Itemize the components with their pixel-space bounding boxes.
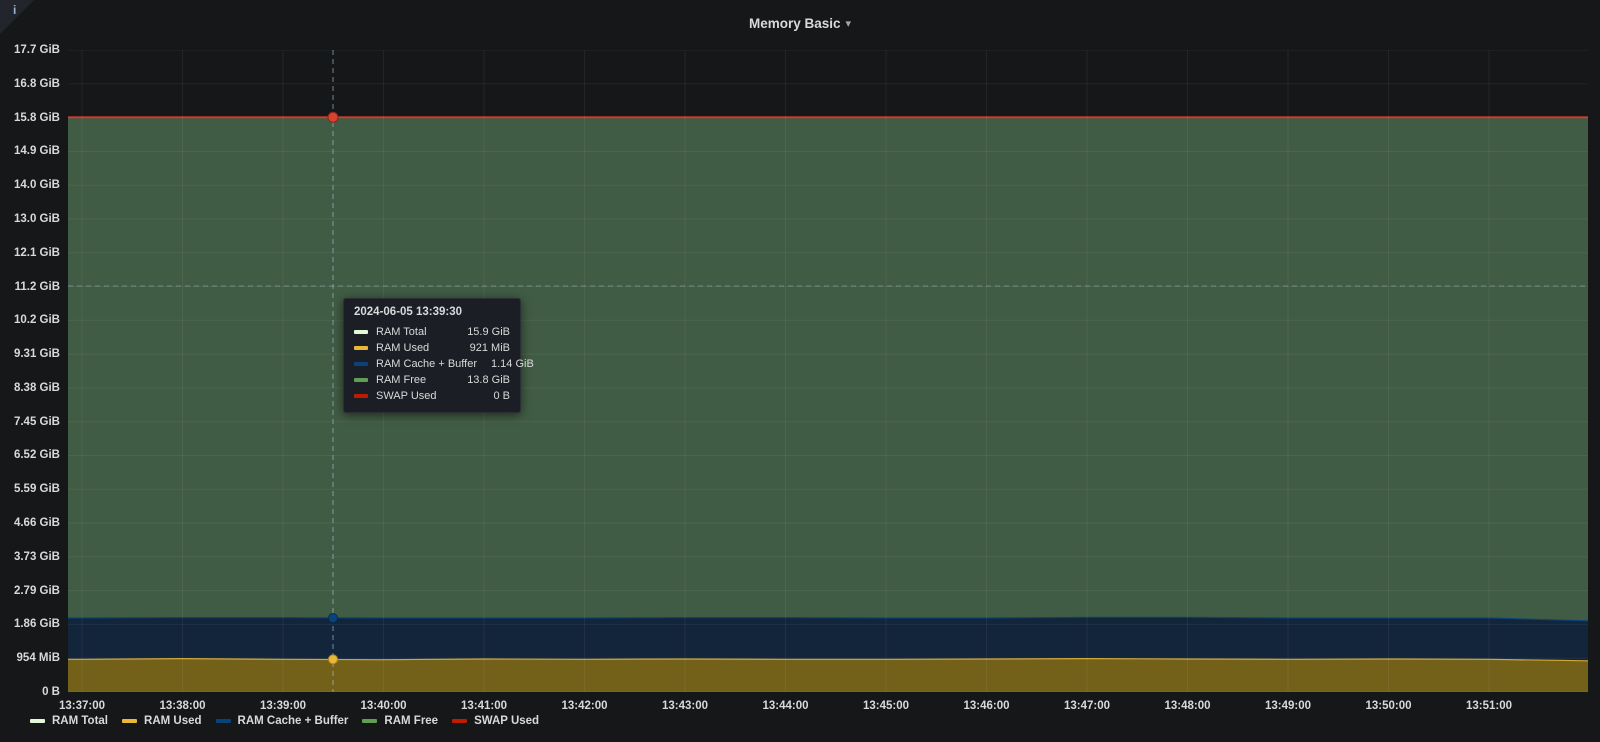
y-tick-label: 15.8 GiB [0, 111, 60, 125]
y-tick-label: 3.73 GiB [0, 550, 60, 564]
tooltip-series-value: 13.8 GiB [467, 374, 510, 386]
legend-item-ram-free[interactable]: RAM Free [362, 715, 438, 727]
x-tick-label: 13:51:00 [1466, 700, 1512, 712]
tooltip-rows: RAM Total 15.9 GiB RAM Used 921 MiB RAM Cach… [354, 324, 510, 404]
legend-swatch-icon [362, 719, 377, 723]
legend-label: RAM Used [144, 715, 202, 727]
y-tick-label: 16.8 GiB [0, 77, 60, 91]
legend-label: RAM Free [384, 715, 438, 727]
tooltip-series-swatch-icon [354, 394, 368, 398]
area-ram-used [68, 659, 1588, 692]
tooltip-series-value: 1.14 GiB [491, 358, 534, 370]
y-tick-label: 13.0 GiB [0, 212, 60, 226]
tooltip-timestamp: 2024-06-05 13:39:30 [354, 306, 510, 318]
legend-item-swap-used[interactable]: SWAP Used [452, 715, 539, 727]
chart-legend: RAM Total RAM Used RAM Cache + Buffer RAM F… [30, 715, 539, 727]
chevron-down-icon: ▾ [846, 17, 852, 30]
x-tick-label: 13:48:00 [1164, 700, 1210, 712]
legend-swatch-icon [452, 719, 467, 723]
panel-title[interactable]: Memory Basic [749, 16, 841, 31]
area-ram-free [68, 117, 1588, 621]
tooltip-series-swatch-icon [354, 378, 368, 382]
tooltip-series-value: 0 B [493, 390, 510, 402]
tooltip-row: RAM Cache + Buffer1.14 GiB [354, 356, 510, 372]
hover-dot-swap [328, 112, 338, 122]
y-tick-label: 9.31 GiB [0, 347, 60, 361]
panel-title-menu[interactable]: Memory Basic ▾ [0, 15, 1600, 33]
y-tick-label: 4.66 GiB [0, 516, 60, 530]
x-tick-label: 13:43:00 [662, 700, 708, 712]
y-tick-label: 1.86 GiB [0, 617, 60, 631]
legend-item-ram-cache-buffer[interactable]: RAM Cache + Buffer [216, 715, 349, 727]
y-tick-label: 12.1 GiB [0, 246, 60, 260]
x-tick-label: 13:39:00 [260, 700, 306, 712]
tooltip-series-value: 921 MiB [470, 342, 510, 354]
y-tick-label: 8.38 GiB [0, 381, 60, 395]
y-tick-label: 0 B [0, 685, 60, 699]
x-tick-label: 13:45:00 [863, 700, 909, 712]
tooltip-row: RAM Used 921 MiB [354, 340, 510, 356]
y-tick-label: 14.0 GiB [0, 178, 60, 192]
y-tick-label: 11.2 GiB [0, 280, 60, 294]
y-tick-label: 6.52 GiB [0, 448, 60, 462]
legend-label: RAM Cache + Buffer [238, 715, 349, 727]
tooltip-series-swatch-icon [354, 330, 368, 334]
y-tick-label: 14.9 GiB [0, 144, 60, 158]
x-tick-label: 13:46:00 [963, 700, 1009, 712]
legend-label: RAM Total [52, 715, 108, 727]
y-tick-label: 5.59 GiB [0, 482, 60, 496]
tooltip-series-swatch-icon [354, 346, 368, 350]
x-tick-label: 13:49:00 [1265, 700, 1311, 712]
x-tick-label: 13:41:00 [461, 700, 507, 712]
tooltip-series-label: SWAP Used [376, 390, 479, 402]
y-tick-label: 954 MiB [0, 651, 60, 665]
area-ram-cache-buffer [68, 617, 1588, 661]
legend-item-ram-used[interactable]: RAM Used [122, 715, 202, 727]
tooltip-series-label: RAM Free [376, 374, 453, 386]
legend-swatch-icon [216, 719, 231, 723]
y-tick-label: 17.7 GiB [0, 43, 60, 57]
panel-header: Memory Basic ▾ [0, 0, 1600, 40]
y-axis: 17.7 GiB 16.8 GiB 15.8 GiB 14.9 GiB 14.0 GiB… [0, 0, 60, 742]
hover-dot-cache [329, 613, 338, 622]
x-tick-label: 13:50:00 [1365, 700, 1411, 712]
tooltip-row: RAM Total 15.9 GiB [354, 324, 510, 340]
tooltip-row: SWAP Used 0 B [354, 388, 510, 404]
tooltip-series-label: RAM Used [376, 342, 456, 354]
grafana-panel-memory-basic: { "panel": { "title": "Memory Basic", "i… [0, 0, 1600, 742]
x-tick-label: 13:40:00 [360, 700, 406, 712]
hover-dot-used [329, 655, 338, 664]
legend-swatch-icon [122, 719, 137, 723]
x-tick-label: 13:42:00 [561, 700, 607, 712]
x-tick-label: 13:44:00 [762, 700, 808, 712]
tooltip-series-value: 15.9 GiB [467, 326, 510, 338]
legend-label: SWAP Used [474, 715, 539, 727]
tooltip-row: RAM Free 13.8 GiB [354, 372, 510, 388]
x-tick-label: 13:38:00 [159, 700, 205, 712]
chart-tooltip: 2024-06-05 13:39:30 RAM Total15.9 GiBRAM… [343, 298, 521, 413]
x-tick-label: 13:37:00 [59, 700, 105, 712]
legend-item-ram-total[interactable]: RAM Total [30, 715, 108, 727]
memory-chart[interactable] [68, 50, 1588, 692]
y-tick-label: 2.79 GiB [0, 584, 60, 598]
x-tick-label: 13:47:00 [1064, 700, 1110, 712]
tooltip-series-swatch-icon [354, 362, 368, 366]
y-tick-label: 10.2 GiB [0, 313, 60, 327]
tooltip-series-label: RAM Total [376, 326, 453, 338]
tooltip-series-label: RAM Cache + Buffer [376, 358, 477, 370]
legend-swatch-icon [30, 719, 45, 723]
y-tick-label: 7.45 GiB [0, 415, 60, 429]
